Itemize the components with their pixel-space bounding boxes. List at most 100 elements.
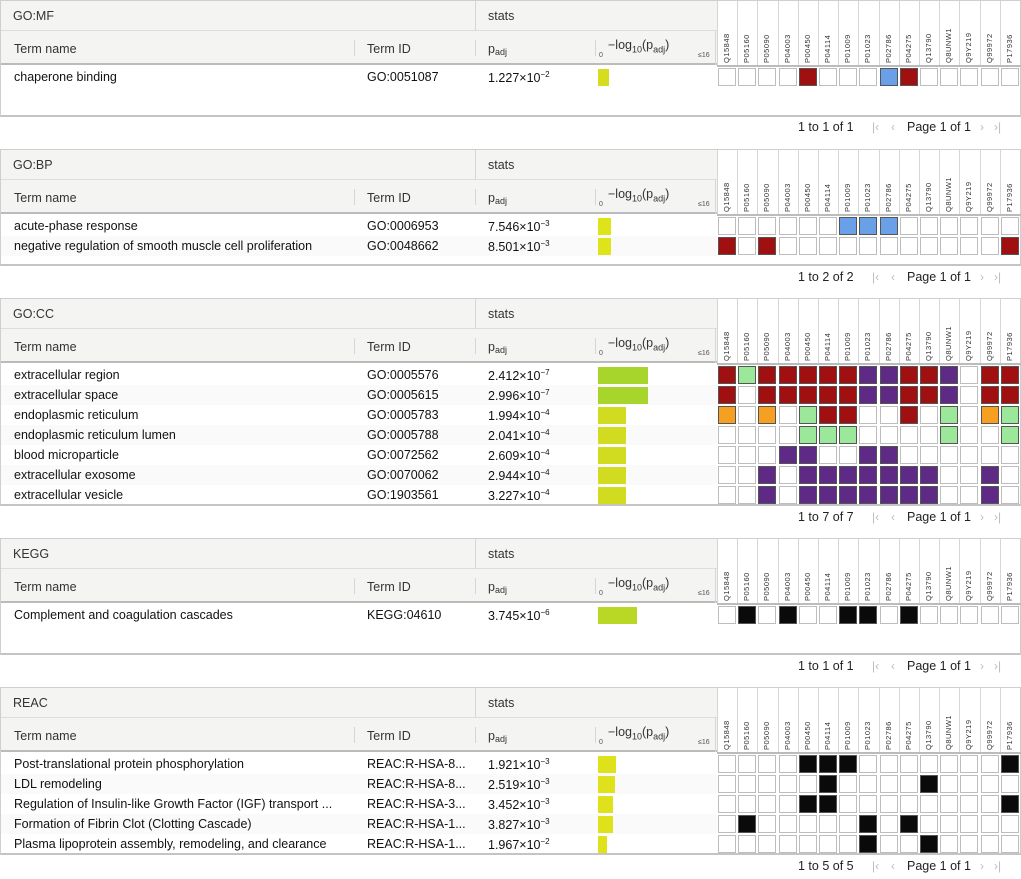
gene-cell[interactable]	[899, 217, 918, 235]
gene-cell[interactable]	[1000, 795, 1019, 813]
gene-label-q15848[interactable]: Q15848	[717, 154, 737, 212]
term-name[interactable]: blood microparticle	[14, 448, 119, 462]
gene-cell[interactable]	[738, 835, 757, 853]
gene-cell[interactable]	[859, 466, 878, 484]
column-padj[interactable]: padj	[488, 42, 507, 57]
gene-label-q99972[interactable]: Q99972	[980, 154, 1000, 212]
gene-cell[interactable]	[839, 68, 858, 86]
gene-cell[interactable]	[718, 835, 736, 853]
gene-cell[interactable]	[819, 406, 837, 424]
gene-cell[interactable]	[718, 217, 736, 235]
gene-cell[interactable]	[960, 775, 979, 793]
gene-cell[interactable]	[899, 426, 918, 444]
gene-cell[interactable]	[798, 386, 817, 404]
gene-cell[interactable]	[980, 217, 999, 235]
gene-cell[interactable]	[839, 237, 858, 255]
gene-cell[interactable]	[758, 446, 777, 464]
gene-cell[interactable]	[798, 68, 817, 86]
gene-cell[interactable]	[839, 446, 858, 464]
gene-cell[interactable]	[920, 606, 938, 624]
gene-cell[interactable]	[778, 366, 797, 384]
last-page-icon[interactable]: ›|	[994, 120, 1001, 134]
gene-label-q13790[interactable]: Q13790	[919, 543, 939, 601]
gene-cell[interactable]	[758, 795, 777, 813]
column-divider[interactable]	[354, 338, 355, 354]
gene-cell[interactable]	[899, 486, 918, 504]
gene-cell[interactable]	[859, 386, 878, 404]
gene-cell[interactable]	[778, 835, 797, 853]
term-id[interactable]: KEGG:04610	[367, 608, 441, 622]
gene-cell[interactable]	[758, 606, 777, 624]
gene-cell[interactable]	[778, 815, 797, 833]
gene-cell[interactable]	[859, 406, 878, 424]
table-row[interactable]: extracellular region GO:0005576 2.412×10−7	[1, 365, 1019, 385]
gene-label-p04003[interactable]: P04003	[778, 692, 798, 750]
term-name[interactable]: acute-phase response	[14, 219, 138, 233]
term-name[interactable]: Post-translational protein phosphorylati…	[14, 757, 244, 771]
gene-cell[interactable]	[920, 755, 938, 773]
gene-cell[interactable]	[819, 68, 837, 86]
term-name[interactable]: Regulation of Insulin-like Growth Factor…	[14, 797, 332, 811]
gene-cell[interactable]	[738, 366, 757, 384]
term-id[interactable]: REAC:R-HSA-1...	[367, 837, 466, 851]
column-divider[interactable]	[354, 727, 355, 743]
gene-label-p01009[interactable]: P01009	[838, 5, 858, 63]
gene-cell[interactable]	[798, 815, 817, 833]
gene-cell[interactable]	[758, 68, 777, 86]
gene-cell[interactable]	[920, 835, 938, 853]
gene-cell[interactable]	[798, 795, 817, 813]
gene-label-p00450[interactable]: P00450	[798, 154, 818, 212]
gene-cell[interactable]	[758, 386, 777, 404]
term-id[interactable]: REAC:R-HSA-8...	[367, 777, 466, 791]
gene-cell[interactable]	[778, 406, 797, 424]
gene-cell[interactable]	[859, 366, 878, 384]
gene-label-p01023[interactable]: P01023	[858, 5, 878, 63]
gene-cell[interactable]	[819, 815, 837, 833]
term-name[interactable]: chaperone binding	[14, 70, 117, 84]
gene-label-p05160[interactable]: P05160	[737, 5, 757, 63]
gene-label-q8unw1[interactable]: Q8UNW1	[939, 692, 959, 750]
gene-cell[interactable]	[879, 237, 898, 255]
gene-cell[interactable]	[859, 755, 878, 773]
gene-cell[interactable]	[859, 815, 878, 833]
gene-cell[interactable]	[879, 386, 898, 404]
gene-label-p04275[interactable]: P04275	[899, 303, 919, 361]
gene-cell[interactable]	[758, 426, 777, 444]
gene-cell[interactable]	[899, 406, 918, 424]
gene-cell[interactable]	[718, 406, 736, 424]
gene-label-p04114[interactable]: P04114	[818, 5, 838, 63]
gene-label-q9y219[interactable]: Q9Y219	[959, 5, 979, 63]
table-row[interactable]: acute-phase response GO:0006953 7.546×10−3	[1, 216, 1019, 236]
gene-label-q15848[interactable]: Q15848	[717, 5, 737, 63]
gene-cell[interactable]	[798, 466, 817, 484]
column-divider[interactable]	[595, 727, 596, 743]
gene-cell[interactable]	[980, 815, 999, 833]
gene-cell[interactable]	[920, 386, 938, 404]
gene-cell[interactable]	[839, 835, 858, 853]
gene-label-p05090[interactable]: P05090	[757, 5, 777, 63]
last-page-icon[interactable]: ›|	[994, 510, 1001, 524]
gene-cell[interactable]	[1000, 237, 1019, 255]
gene-cell[interactable]	[899, 237, 918, 255]
gene-cell[interactable]	[718, 237, 736, 255]
gene-cell[interactable]	[940, 835, 959, 853]
gene-label-p05090[interactable]: P05090	[757, 692, 777, 750]
gene-cell[interactable]	[899, 795, 918, 813]
gene-cell[interactable]	[859, 426, 878, 444]
gene-cell[interactable]	[798, 406, 817, 424]
last-page-icon[interactable]: ›|	[994, 659, 1001, 673]
gene-cell[interactable]	[819, 606, 837, 624]
gene-cell[interactable]	[980, 466, 999, 484]
gene-cell[interactable]	[960, 486, 979, 504]
column-term-id[interactable]: Term ID	[367, 42, 411, 56]
gene-cell[interactable]	[758, 775, 777, 793]
gene-cell[interactable]	[1000, 606, 1019, 624]
gene-cell[interactable]	[899, 815, 918, 833]
column-term-id[interactable]: Term ID	[367, 340, 411, 354]
gene-cell[interactable]	[940, 486, 959, 504]
gene-cell[interactable]	[920, 815, 938, 833]
gene-label-q99972[interactable]: Q99972	[980, 543, 1000, 601]
gene-label-p02786[interactable]: P02786	[879, 543, 899, 601]
gene-label-p02786[interactable]: P02786	[879, 692, 899, 750]
gene-cell[interactable]	[899, 835, 918, 853]
